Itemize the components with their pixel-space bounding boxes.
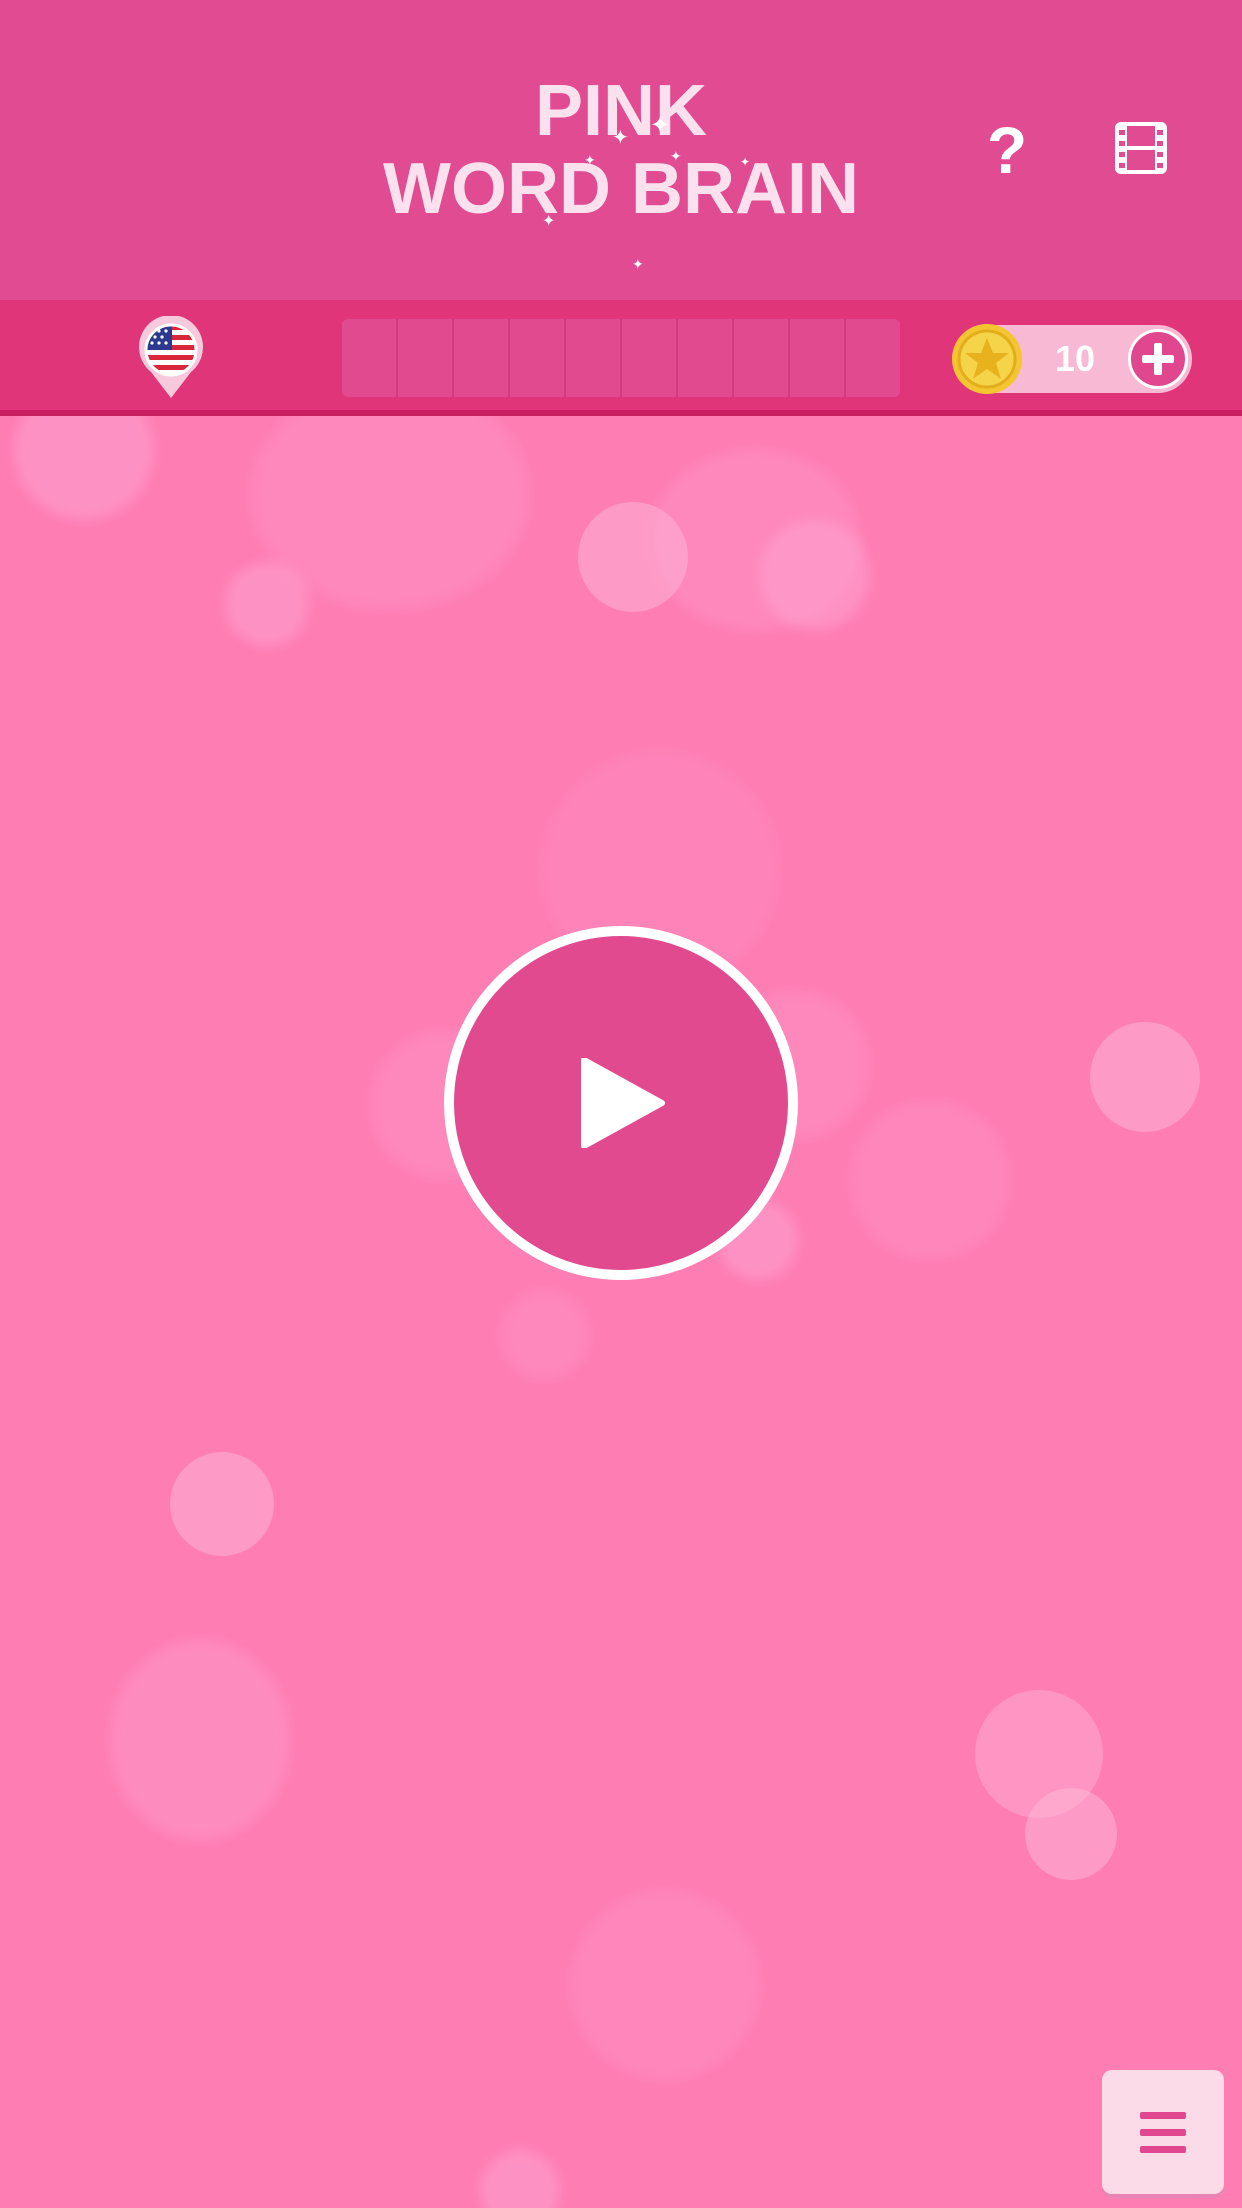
sparkle-icon: ✦ <box>584 152 596 168</box>
hamburger-icon <box>1140 2112 1186 2153</box>
bokeh-bubble <box>760 520 870 630</box>
bokeh-bubble <box>850 1100 1010 1260</box>
bokeh-bubble <box>1090 1022 1200 1132</box>
coin-count: 10 <box>1054 338 1096 379</box>
bokeh-bubble <box>110 1640 290 1840</box>
help-button[interactable]: ? <box>975 112 1039 188</box>
sparkle-icon: ✦ <box>612 127 629 149</box>
play-button[interactable] <box>444 926 798 1280</box>
progress-cell <box>566 319 622 397</box>
progress-cell <box>398 319 454 397</box>
progress-cell <box>846 319 900 397</box>
language-button[interactable] <box>137 315 205 400</box>
play-icon <box>581 1058 665 1148</box>
progress-cell <box>734 319 790 397</box>
progress-cell <box>342 319 398 397</box>
sparkle-icon: ✦ <box>632 256 644 272</box>
progress-cell <box>678 319 734 397</box>
bokeh-bubble <box>570 1890 760 2080</box>
bokeh-bubble <box>500 1290 590 1380</box>
menu-button[interactable] <box>1102 2070 1224 2194</box>
bokeh-bubble <box>225 562 309 646</box>
progress-cell <box>454 319 510 397</box>
level-progress-bar <box>342 319 900 397</box>
sparkle-icon: ✦ <box>650 112 671 139</box>
add-coins-button[interactable] <box>1128 329 1188 389</box>
sparkle-icon: ✦ <box>542 213 556 230</box>
sparkle-icon: ✦ <box>740 155 751 169</box>
plus-icon <box>1142 343 1174 375</box>
game-title: PINK WORD BRAIN <box>0 72 1242 228</box>
game-screen: PINK WORD BRAIN ✦ ✦ ✦ ✦ ✦ ✦ ✦ ? 10 <box>0 0 1242 2208</box>
progress-cell <box>790 319 846 397</box>
progress-cell <box>622 319 678 397</box>
progress-cell <box>510 319 566 397</box>
coin-icon <box>950 322 1024 396</box>
us-flag-pin-icon <box>139 315 203 398</box>
bokeh-bubble <box>170 1452 274 1556</box>
sparkle-icon: ✦ <box>670 148 682 164</box>
bokeh-bubble <box>480 2150 560 2208</box>
bokeh-bubble <box>1025 1788 1117 1880</box>
title-line-2: WORD BRAIN <box>383 149 859 229</box>
film-icon[interactable] <box>1115 122 1167 174</box>
